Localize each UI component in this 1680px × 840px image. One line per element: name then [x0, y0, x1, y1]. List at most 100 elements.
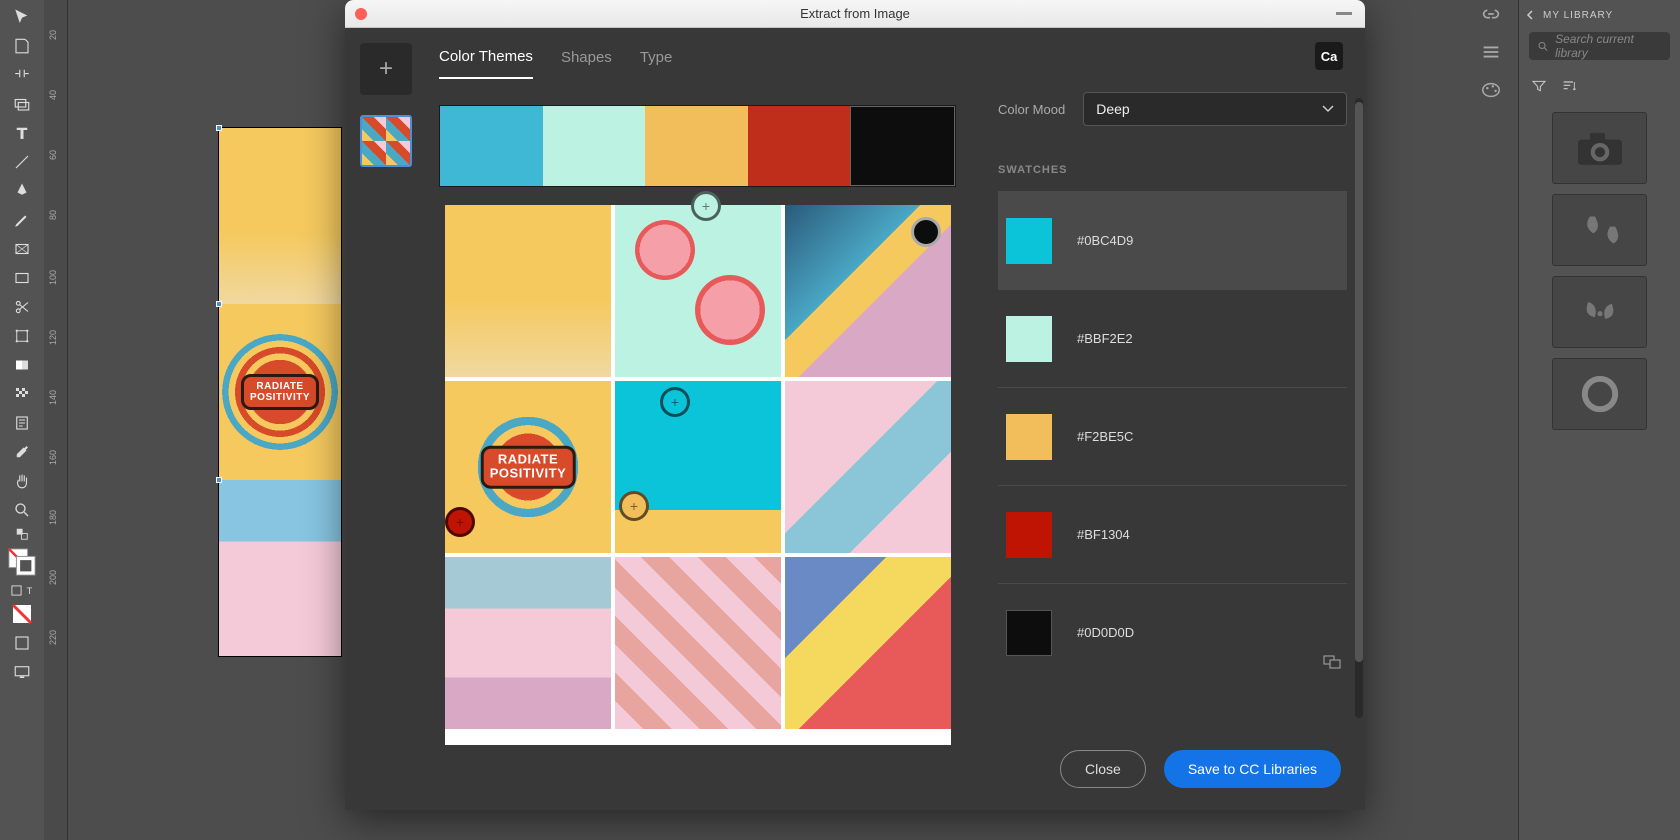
palette-swatch-2[interactable]: [543, 106, 646, 186]
grid-cell: [615, 381, 781, 553]
svg-text:T: T: [27, 586, 33, 596]
back-icon[interactable]: [1525, 10, 1535, 20]
swatch-row[interactable]: #0BC4D9: [998, 191, 1347, 289]
placed-image-wave[interactable]: [219, 128, 341, 304]
scrollbar-thumb[interactable]: [1355, 102, 1363, 662]
line-tool[interactable]: [0, 147, 44, 176]
type-tool[interactable]: [0, 118, 44, 147]
palette-swatch-5[interactable]: [850, 106, 955, 186]
swatch-row[interactable]: #F2BE5C: [998, 387, 1347, 485]
pencil-tool[interactable]: [0, 205, 44, 234]
rectangle-tool[interactable]: [0, 263, 44, 292]
palette-swatch-4[interactable]: [748, 106, 851, 186]
grid-cell: [445, 205, 611, 377]
scrollbar-track[interactable]: [1355, 98, 1363, 718]
swatch-color-box: [1006, 512, 1052, 558]
extracted-palette: [439, 105, 956, 187]
save-to-cc-libraries-button[interactable]: Save to CC Libraries: [1164, 750, 1341, 788]
swatch-hex: #BF1304: [1077, 527, 1130, 542]
rectangle-frame-tool[interactable]: [0, 234, 44, 263]
library-items: [1519, 104, 1680, 438]
image-thumbnail[interactable]: [360, 115, 412, 167]
selection-handle[interactable]: [216, 301, 222, 307]
swatch-color-box: [1006, 610, 1052, 656]
placed-image-radiate[interactable]: RADIATE POSITIVITY: [219, 304, 341, 480]
eyedropper-tool[interactable]: [0, 437, 44, 466]
free-transform-tool[interactable]: [0, 321, 44, 350]
palette-swatch-3[interactable]: [645, 106, 748, 186]
swatch-row[interactable]: #BBF2E2: [998, 289, 1347, 387]
fill-stroke-toggle-icon[interactable]: [0, 524, 44, 544]
apply-color-box[interactable]: [0, 600, 44, 628]
pen-tool[interactable]: [0, 176, 44, 205]
library-title: MY LIBRARY: [1543, 10, 1613, 21]
library-search-input[interactable]: Search current library: [1529, 32, 1670, 60]
swatch-row[interactable]: #0D0D0D: [998, 583, 1347, 681]
color-panel-icon[interactable]: [1480, 80, 1502, 100]
document-page[interactable]: RADIATE POSITIVITY: [218, 127, 342, 657]
links-panel-icon[interactable]: [1480, 4, 1502, 24]
library-panel-header[interactable]: MY LIBRARY: [1519, 0, 1680, 24]
gradient-feather-tool[interactable]: [0, 379, 44, 408]
library-asset-holly[interactable]: [1552, 276, 1647, 348]
zoom-tool[interactable]: [0, 495, 44, 524]
scissors-tool[interactable]: [0, 292, 44, 321]
view-mode-toggle[interactable]: [0, 628, 44, 657]
close-button[interactable]: Close: [1060, 750, 1146, 788]
note-tool[interactable]: [0, 408, 44, 437]
formatting-affects-container[interactable]: T: [0, 580, 44, 600]
capture-badge[interactable]: Ca: [1315, 42, 1343, 70]
chevron-down-icon: [1322, 105, 1334, 113]
my-library-panel: MY LIBRARY Search current library: [1518, 0, 1680, 840]
panel-menu-icon[interactable]: [1480, 42, 1502, 62]
source-image-grid[interactable]: RADIATE POSITIVITY + + + +: [445, 205, 951, 745]
content-collector-tool[interactable]: [0, 89, 44, 118]
extract-from-image-dialog: Extract from Image + Color Themes Shapes…: [345, 0, 1365, 810]
panel-dock-icons: [1480, 0, 1512, 100]
minimize-icon[interactable]: [1333, 5, 1355, 23]
tab-type[interactable]: Type: [640, 49, 673, 78]
swatch-color-box: [1006, 316, 1052, 362]
swatch-link-icon: [1323, 655, 1341, 669]
sort-icon[interactable]: [1561, 78, 1577, 94]
selection-handle[interactable]: [216, 477, 222, 483]
grid-cell: [445, 557, 611, 729]
grid-cell: [615, 205, 781, 377]
color-mood-value: Deep: [1096, 101, 1129, 117]
grid-cell: [785, 381, 951, 553]
color-mood-select[interactable]: Deep: [1083, 92, 1347, 126]
selection-handle[interactable]: [216, 125, 222, 131]
filter-icon[interactable]: [1531, 78, 1547, 94]
add-image-button[interactable]: +: [360, 43, 412, 95]
swatch-color-box: [1006, 218, 1052, 264]
library-filter-row: [1519, 68, 1680, 104]
swatch-row[interactable]: #BF1304: [998, 485, 1347, 583]
dialog-titlebar[interactable]: Extract from Image: [345, 0, 1365, 28]
dialog-main-panel: Color Themes Shapes Type RADIATE POSITIV…: [415, 28, 980, 810]
library-asset-camera[interactable]: [1552, 112, 1647, 184]
swatch-color-box: [1006, 414, 1052, 460]
tab-shapes[interactable]: Shapes: [561, 49, 612, 78]
library-asset-ring[interactable]: [1552, 358, 1647, 430]
dialog-left-rail: +: [345, 28, 415, 810]
hand-tool[interactable]: [0, 466, 44, 495]
fill-stroke-proxy[interactable]: [0, 544, 44, 580]
swatch-hex: #BBF2E2: [1077, 331, 1133, 346]
palette-swatch-1[interactable]: [440, 106, 543, 186]
library-asset-leaves[interactable]: [1552, 194, 1647, 266]
color-picker-point[interactable]: +: [691, 191, 721, 221]
screen-mode-toggle[interactable]: [0, 657, 44, 686]
page-tool[interactable]: [0, 31, 44, 60]
color-picker-point[interactable]: +: [619, 491, 649, 521]
color-picker-point[interactable]: +: [660, 387, 690, 417]
swatch-hex: #F2BE5C: [1077, 429, 1133, 444]
placed-image-roller[interactable]: [219, 480, 341, 656]
swatches-header: SWATCHES: [998, 164, 1347, 176]
gradient-swatch-tool[interactable]: [0, 350, 44, 379]
color-picker-point[interactable]: [911, 217, 941, 247]
vertical-ruler: 20 40 60 80 100 120 140 160 180 200 220: [44, 0, 68, 840]
selection-tool[interactable]: [0, 2, 44, 31]
tab-color-themes[interactable]: Color Themes: [439, 48, 533, 79]
gap-tool[interactable]: [0, 60, 44, 89]
color-picker-point[interactable]: +: [445, 507, 475, 537]
